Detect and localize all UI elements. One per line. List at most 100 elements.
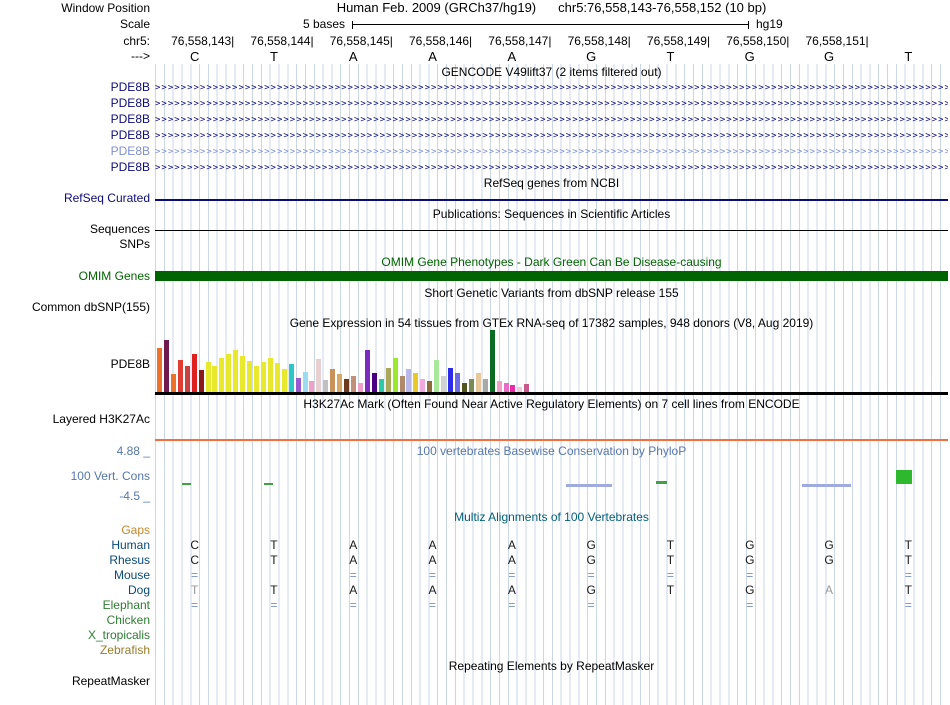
track-label-omim-genes[interactable]: OMIM Genes [0, 270, 150, 283]
track-label-snps[interactable]: SNPs [0, 238, 150, 251]
track-label-refseq-curated[interactable]: RefSeq Curated [0, 192, 150, 205]
gtex-expression-bar[interactable] [503, 383, 509, 392]
gtex-expression-bar[interactable] [524, 384, 530, 392]
gene-transcript-arrows[interactable]: >>>>>>>>>>>>>>>>>>>>>>>>>>>>>>>>>>>>>>>>… [155, 162, 948, 175]
track-label-dbsnp[interactable]: Common dbSNP(155) [0, 301, 150, 314]
gtex-expression-bar[interactable] [330, 369, 336, 392]
gtex-expression-bar[interactable] [184, 366, 190, 392]
gtex-expression-bar[interactable] [448, 368, 454, 392]
track-label-gencode-item[interactable]: PDE8B [0, 161, 150, 174]
track-label-gencode-item[interactable]: PDE8B [0, 81, 150, 94]
species-label-mouse[interactable]: Mouse [0, 569, 150, 582]
gtex-expression-bar[interactable] [281, 369, 287, 392]
species-label-chicken[interactable]: Chicken [0, 614, 150, 627]
gtex-expression-bar[interactable] [406, 369, 412, 392]
gtex-expression-bar[interactable] [427, 381, 433, 392]
gtex-expression-bar[interactable] [205, 362, 211, 392]
gtex-expression-bar[interactable] [461, 383, 467, 392]
species-label-dog[interactable]: Dog [0, 584, 150, 597]
gtex-expression-bar[interactable] [323, 380, 329, 392]
gtex-expression-bar[interactable] [309, 381, 315, 392]
gene-transcript-arrows[interactable]: >>>>>>>>>>>>>>>>>>>>>>>>>>>>>>>>>>>>>>>>… [155, 146, 948, 159]
gtex-expression-bar[interactable] [157, 348, 162, 392]
gtex-expression-bar[interactable] [496, 381, 502, 392]
gene-transcript-arrows[interactable]: >>>>>>>>>>>>>>>>>>>>>>>>>>>>>>>>>>>>>>>>… [155, 130, 948, 143]
gtex-expression-bar[interactable] [510, 385, 516, 392]
gtex-expression-bar[interactable] [475, 373, 481, 392]
gtex-expression-bar[interactable] [240, 356, 246, 392]
gene-transcript-arrows[interactable]: >>>>>>>>>>>>>>>>>>>>>>>>>>>>>>>>>>>>>>>>… [155, 114, 948, 127]
omim-gene-bar[interactable] [155, 271, 948, 281]
track-label-conservation[interactable]: 100 Vert. Cons [0, 470, 150, 483]
alignment-cell: C [190, 553, 199, 567]
species-label-rhesus[interactable]: Rhesus [0, 554, 150, 567]
refseq-curated-item[interactable] [155, 199, 948, 201]
genome-browser-image[interactable]: Window Position Human Feb. 2009 (GRCh37/… [0, 0, 950, 705]
gtex-expression-bar[interactable] [441, 376, 447, 392]
gtex-expression-bar[interactable] [302, 372, 308, 392]
track-label-h3k27ac[interactable]: Layered H3K27Ac [0, 413, 150, 426]
track-label-gencode-item[interactable]: PDE8B [0, 97, 150, 110]
gtex-expression-bar[interactable] [170, 374, 176, 392]
species-label-zebrafish[interactable]: Zebrafish [0, 644, 150, 657]
gtex-expression-bar[interactable] [212, 366, 218, 392]
sequences-item[interactable] [155, 230, 948, 231]
alignment-cell: T [904, 553, 912, 567]
gtex-expression-bar[interactable] [482, 379, 488, 392]
gtex-expression-bar[interactable] [288, 364, 294, 392]
gtex-expression-bar[interactable] [337, 374, 343, 392]
gtex-expression-bar[interactable] [344, 379, 350, 392]
gtex-expression-bar[interactable] [351, 376, 357, 392]
gtex-expression-bar[interactable] [468, 379, 474, 392]
gtex-expression-bar[interactable] [392, 358, 398, 392]
track-label-gaps[interactable]: Gaps [0, 524, 150, 537]
alignment-cell: = [508, 568, 516, 582]
alignment-cell: = [746, 568, 754, 582]
track-label-gtex-gene[interactable]: PDE8B [0, 358, 150, 371]
gene-transcript-arrows[interactable]: >>>>>>>>>>>>>>>>>>>>>>>>>>>>>>>>>>>>>>>>… [155, 82, 948, 95]
gtex-expression-bar[interactable] [177, 360, 183, 392]
gtex-expression-bar[interactable] [260, 362, 266, 392]
assembly-title: Human Feb. 2009 (GRCh37/hg19) [336, 0, 537, 15]
gtex-expression-bar[interactable] [434, 360, 440, 392]
gtex-expression-bar[interactable] [226, 354, 232, 392]
alignment-cell: A [825, 583, 834, 597]
coordinate-label: 76,558,146| [409, 34, 473, 48]
gtex-expression-bar[interactable] [413, 373, 419, 392]
gtex-expression-bar[interactable] [267, 358, 273, 392]
gtex-expression-bar[interactable] [489, 330, 495, 392]
gtex-expression-bar[interactable] [295, 378, 301, 392]
gtex-expression-bar[interactable] [399, 376, 405, 392]
gtex-expression-bar[interactable] [420, 379, 426, 392]
track-label-gencode-item[interactable]: PDE8B [0, 113, 150, 126]
gtex-expression-bar[interactable] [385, 368, 391, 392]
gtex-expression-bar[interactable] [357, 383, 363, 392]
gtex-expression-bar[interactable] [198, 370, 204, 392]
track-label-gencode-item[interactable]: PDE8B [0, 145, 150, 158]
gtex-expression-bar[interactable] [378, 379, 384, 392]
alignment-cell: T [904, 583, 912, 597]
species-label-elephant[interactable]: Elephant [0, 599, 150, 612]
gtex-expression-bar[interactable] [371, 373, 377, 392]
gene-transcript-arrows[interactable]: >>>>>>>>>>>>>>>>>>>>>>>>>>>>>>>>>>>>>>>>… [155, 98, 948, 111]
gtex-expression-bar[interactable] [454, 373, 460, 392]
gtex-expression-bar[interactable] [274, 363, 280, 392]
alignment-cell: G [586, 538, 596, 552]
gencode-title: GENCODE V49lift37 (2 items filtered out) [441, 65, 662, 79]
gtex-expression-bar[interactable] [254, 366, 260, 392]
gtex-expression-bar[interactable] [163, 340, 169, 392]
track-label-gencode-item[interactable]: PDE8B [0, 129, 150, 142]
coordinate-label: 76,558,151| [805, 34, 869, 48]
gtex-expression-bar[interactable] [247, 361, 253, 392]
gtex-expression-bar[interactable] [517, 387, 523, 392]
species-label-x_tropicalis[interactable]: X_tropicalis [0, 629, 150, 642]
gtex-expression-bar[interactable] [316, 359, 322, 392]
gtex-expression-bar[interactable] [219, 358, 225, 392]
gtex-expression-bar[interactable] [364, 350, 370, 392]
gtex-expression-bar[interactable] [233, 350, 239, 392]
species-label-human[interactable]: Human [0, 539, 150, 552]
gtex-expression-bar[interactable] [191, 354, 197, 392]
track-label-sequences[interactable]: Sequences [0, 223, 150, 236]
track-label-repeatmasker[interactable]: RepeatMasker [0, 675, 150, 688]
alignment-cell: = [349, 568, 357, 582]
